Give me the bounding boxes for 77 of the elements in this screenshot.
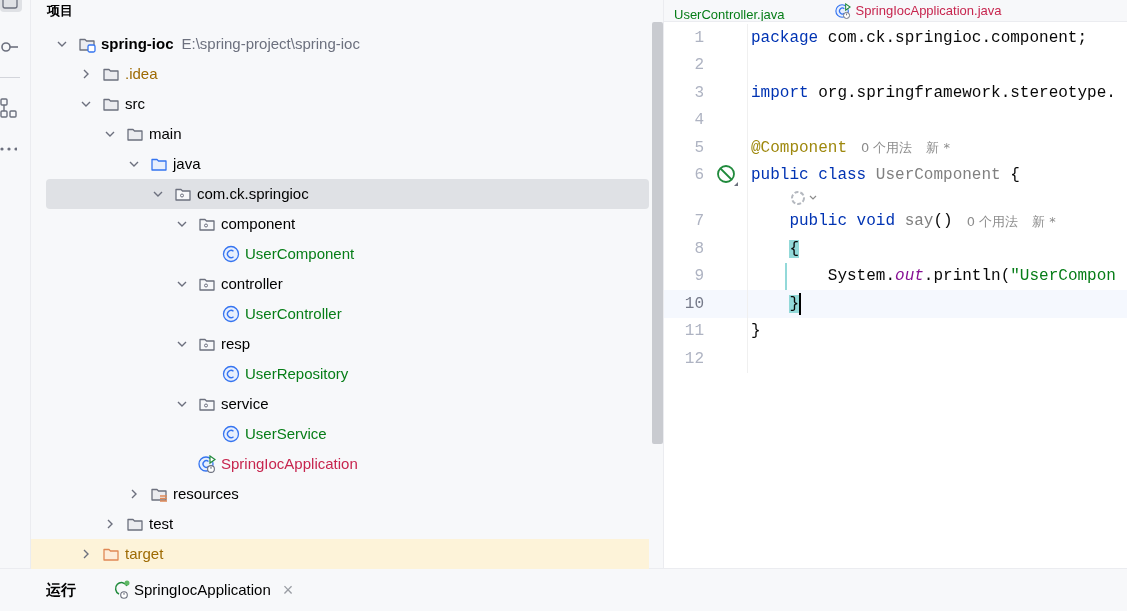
tree-row[interactable]: SpringIocApplication <box>46 449 649 479</box>
tree-label: resp <box>221 333 251 354</box>
class-icon <box>222 425 240 443</box>
spring-app-icon <box>834 3 851 19</box>
tree-row[interactable]: test <box>46 509 649 539</box>
commit-icon[interactable] <box>0 41 18 53</box>
tree-label: java <box>173 153 201 174</box>
line-number: 9 <box>693 266 704 288</box>
line-number: 2 <box>693 55 704 77</box>
structure-icon[interactable] <box>0 98 17 120</box>
path-text: E:\spring-project\spring-ioc <box>181 33 360 54</box>
code-line: package com.ck.springioc.component; <box>751 27 1088 49</box>
code-line: @Component <box>751 137 847 159</box>
inlay-hint: 新 * <box>1032 212 1056 231</box>
line-number: 8 <box>693 238 704 260</box>
tree-label: SpringIocApplication <box>221 453 358 474</box>
code-line: import org.springframework.stereotype. <box>751 82 1116 104</box>
tree-row[interactable]: resources <box>46 479 649 509</box>
line-number: 1 <box>693 27 704 49</box>
tree-row[interactable]: java <box>46 149 649 179</box>
tree-label: com.ck.springioc <box>197 183 309 204</box>
inlay-hint: 0 个用法 <box>966 212 1019 231</box>
editor-tab[interactable]: SpringIocApplication.java <box>834 0 1002 21</box>
tree-label: UserService <box>245 423 327 444</box>
tree-row[interactable]: .idea <box>46 59 649 89</box>
tree-row[interactable]: spring-ioc E:\spring-project\spring-ioc <box>46 29 649 59</box>
project-icon[interactable] <box>0 0 22 13</box>
line-number: 6 <box>693 165 704 187</box>
tree-label: spring-ioc <box>101 33 174 54</box>
tree-label: controller <box>221 273 283 294</box>
line-number: 7 <box>693 211 704 233</box>
tree-label: main <box>149 123 182 144</box>
code-line: } <box>751 321 761 343</box>
editor-tab[interactable]: UserController.java <box>674 4 785 21</box>
tree-label: service <box>221 393 269 414</box>
tree-label: resources <box>173 483 239 504</box>
line-number: 4 <box>693 110 704 132</box>
tree-row[interactable]: com.ck.springioc <box>46 179 649 209</box>
tree-label: .idea <box>125 63 158 84</box>
tree-row[interactable]: UserComponent <box>46 239 649 269</box>
code-line: public class UserComponent { <box>751 165 1020 187</box>
tree-label: target <box>125 543 164 564</box>
tree-label: src <box>125 93 145 114</box>
line-number: 12 <box>683 348 704 370</box>
more-icon[interactable] <box>0 147 17 151</box>
tree-row[interactable]: main <box>46 119 649 149</box>
tree-row[interactable]: target <box>31 539 649 569</box>
class-icon <box>222 365 240 383</box>
tree-row[interactable]: UserController <box>46 299 649 329</box>
tree-row[interactable]: service <box>46 389 649 419</box>
tree-row[interactable]: controller <box>46 269 649 299</box>
tree-row[interactable]: UserRepository <box>46 359 649 389</box>
panel-title: 项目 <box>47 2 73 21</box>
inlay-hint: 新 * <box>926 139 951 157</box>
code-line: System.out.println("UserCompon <box>826 266 1116 288</box>
line-number: 10 <box>683 293 704 315</box>
class-icon <box>222 305 240 323</box>
tree-row[interactable]: resp <box>46 329 649 359</box>
tree-label: test <box>149 513 174 534</box>
tree-row[interactable]: src <box>46 89 649 119</box>
code-line: public void say() <box>788 211 953 233</box>
tree-label: UserController <box>245 303 342 324</box>
class-icon <box>222 245 240 263</box>
inlay-hint: 0 个用法 <box>861 139 913 157</box>
scrollbar-thumb[interactable] <box>652 22 663 444</box>
run-tab[interactable]: SpringIocApplication <box>110 578 271 602</box>
panel-title: 运行 <box>46 579 76 600</box>
line-number: 3 <box>693 82 704 104</box>
tree-row[interactable]: component <box>46 209 649 239</box>
spring-app-icon <box>198 455 216 473</box>
tree-label: UserComponent <box>245 243 355 264</box>
line-number: 11 <box>683 321 704 343</box>
tree-label: component <box>221 213 296 234</box>
line-number: 5 <box>693 137 704 159</box>
tree-label: UserRepository <box>245 363 349 384</box>
tree-row[interactable]: UserService <box>46 419 649 449</box>
gutter-marker-icon[interactable] <box>716 164 738 187</box>
